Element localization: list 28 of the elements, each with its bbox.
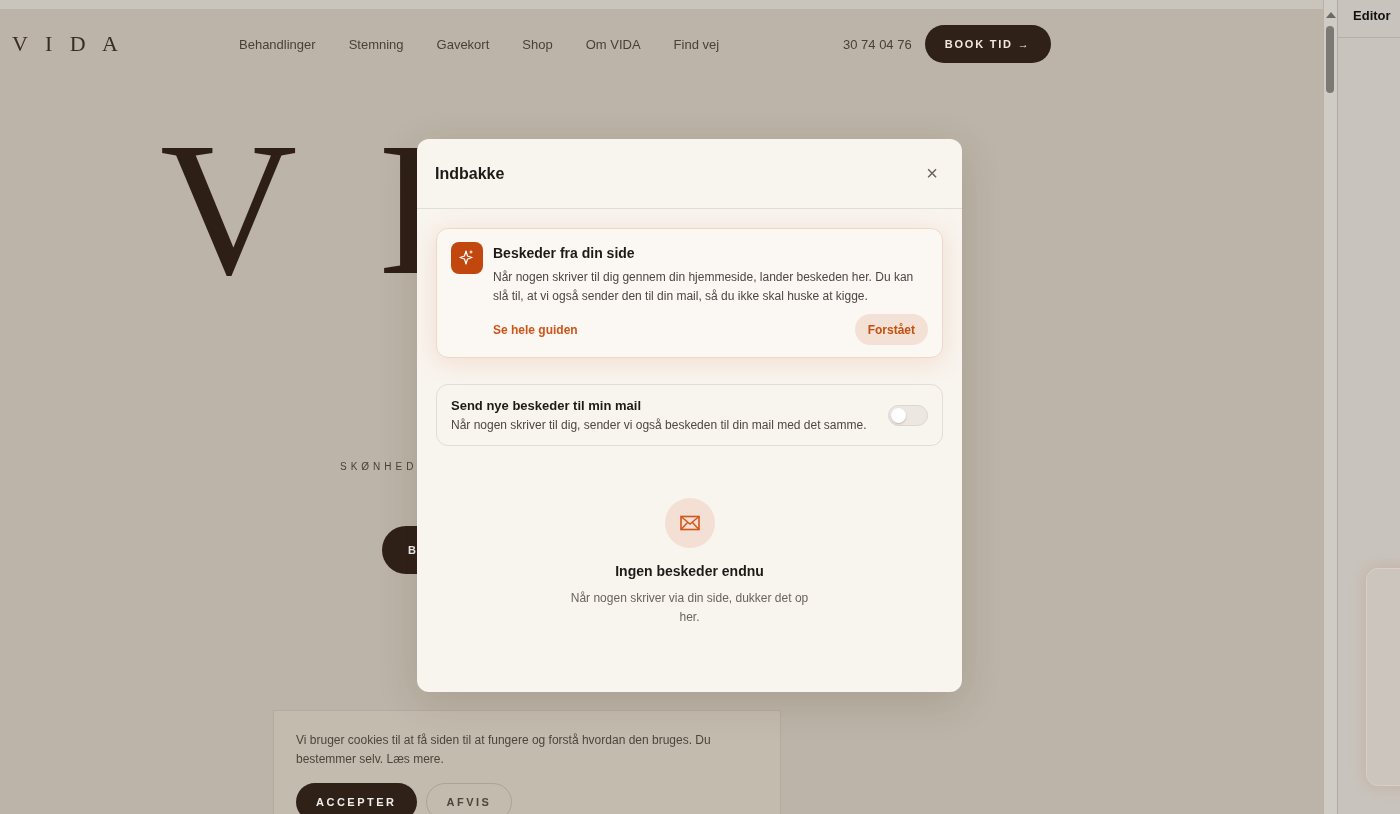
- nav-link[interactable]: Behandlinger: [239, 36, 316, 52]
- hero-letter: V: [160, 109, 298, 309]
- hero-tagline: SKØNHED: [340, 461, 419, 472]
- nav-link[interactable]: Find vej: [673, 36, 720, 52]
- dialog-title: Indbakke: [435, 164, 505, 183]
- site-logo[interactable]: V I D A: [12, 31, 239, 57]
- nav-link[interactable]: Om VIDA: [585, 36, 641, 52]
- nav-link[interactable]: Shop: [522, 36, 553, 52]
- nav-link[interactable]: Gavekort: [436, 36, 490, 52]
- guide-title: Beskeder fra din side: [493, 245, 636, 261]
- scrollbar[interactable]: [1323, 0, 1338, 814]
- book-button[interactable]: BOOK TID →: [924, 25, 1051, 63]
- sparkle-icon: [451, 242, 483, 274]
- close-button[interactable]: ×: [922, 162, 942, 185]
- phone-number: 30 74 04 76: [843, 36, 912, 52]
- email-toggle[interactable]: [888, 404, 928, 426]
- empty-title: Ingen beskeder endnu: [615, 563, 764, 579]
- setting-description: Når nogen skriver til dig, sender vi også beskeden til din mail med det samme.: [451, 418, 867, 432]
- cookie-text: Vi bruger cookies til at få siden til at fungere og forstå hvordan den bruges. Du bestemmer selv. Læs mere.: [296, 732, 712, 768]
- setting-title: Send nye beskeder til min mail: [451, 398, 642, 413]
- guide-link[interactable]: Se hele guiden: [493, 322, 578, 337]
- accept-button[interactable]: ACCEPTER: [296, 783, 417, 814]
- envelope-icon: [663, 497, 716, 549]
- nav-link[interactable]: Stemning: [348, 36, 404, 52]
- panel-title: Editor: [1338, 0, 1400, 38]
- empty-text: Når nogen skriver via din side, dukker det op her.: [569, 590, 810, 626]
- dismiss-button[interactable]: Forstået: [854, 314, 928, 345]
- guide-text: Når nogen skriver til dig gennem din hjemmeside, lander beskeden her. Du kan slå til, at vi også sender den til din mail, så du ikke skal huske at kigge.: [493, 269, 915, 305]
